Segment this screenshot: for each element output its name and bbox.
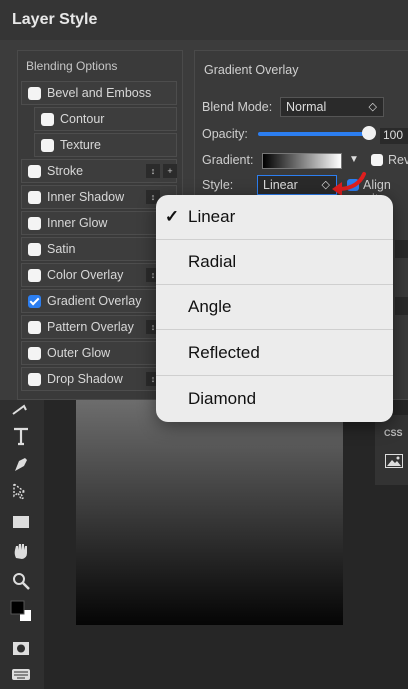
foreground-background-colors[interactable] [8, 600, 34, 622]
opacity-slider-handle[interactable] [362, 126, 376, 140]
option-label: Bevel and Emboss [47, 86, 152, 100]
option-label: Contour [60, 112, 105, 126]
hand-tool-icon[interactable] [8, 540, 34, 562]
checkmark-icon: ✓ [164, 207, 180, 226]
dropdown-option-diamond[interactable]: Diamond [156, 376, 393, 421]
texture-checkbox[interactable] [41, 138, 54, 152]
option-label: Stroke [47, 164, 84, 178]
option-satin[interactable]: Satin [21, 237, 177, 261]
option-label: Pattern Overlay [47, 320, 134, 334]
chevron-updown-icon: ◇ [368, 101, 377, 113]
pattern-overlay-checkbox[interactable] [28, 320, 41, 334]
direct-select-icon[interactable] [8, 481, 34, 503]
scale-field[interactable] [395, 297, 408, 315]
option-pattern-overlay[interactable]: Pattern Overlay ↕ [21, 315, 177, 339]
option-inner-glow[interactable]: Inner Glow [21, 211, 177, 235]
blend-mode-select[interactable]: Normal ◇ [280, 97, 384, 117]
pen-tool-icon[interactable] [8, 453, 34, 475]
option-label: Drop Shadow [47, 372, 123, 386]
dialog-title: Layer Style [12, 11, 98, 28]
tool-bar [0, 395, 44, 689]
image-icon[interactable] [385, 454, 403, 468]
contour-checkbox[interactable] [41, 112, 54, 126]
dropdown-option-label: Radial [188, 252, 237, 271]
option-bevel-and-emboss[interactable]: Bevel and Emboss [21, 81, 177, 105]
quick-mask-icon[interactable] [8, 638, 34, 660]
option-label: Inner Shadow [47, 190, 125, 204]
option-outer-glow[interactable]: Outer Glow [21, 341, 177, 365]
blending-options-header[interactable]: Blending Options [26, 59, 117, 73]
opacity-slider-track[interactable] [258, 132, 371, 136]
option-texture[interactable]: Texture [34, 133, 177, 157]
option-drop-shadow[interactable]: Drop Shadow ↕ [21, 367, 177, 391]
option-label: Color Overlay [47, 268, 124, 282]
option-contour[interactable]: Contour [34, 107, 177, 131]
style-value: Linear [263, 178, 298, 192]
blend-mode-value: Normal [286, 100, 327, 114]
inner-shadow-checkbox[interactable] [28, 190, 41, 204]
style-dropdown-menu: ✓ Linear Radial Angle Reflected Diamond [156, 195, 393, 422]
drop-shadow-checkbox[interactable] [28, 372, 41, 386]
dropdown-option-label: Diamond [188, 388, 257, 408]
gradient-overlay-header: Gradient Overlay [204, 63, 299, 77]
option-stroke[interactable]: Stroke ↕ + [21, 159, 177, 183]
gradient-swatch[interactable] [262, 153, 342, 169]
dropdown-option-angle[interactable]: Angle [156, 285, 393, 330]
dropdown-option-label: Linear [188, 207, 236, 226]
reverse-label: Rev [388, 153, 408, 167]
blend-mode-label: Blend Mode: [202, 100, 273, 114]
keyboard-icon[interactable] [8, 663, 34, 685]
move-icon[interactable]: ↕ [146, 164, 160, 178]
option-gradient-overlay[interactable]: Gradient Overlay [21, 289, 177, 313]
opacity-value-field[interactable]: 100 [380, 128, 408, 144]
dropdown-option-linear[interactable]: ✓ Linear [156, 195, 393, 240]
option-label: Inner Glow [47, 216, 108, 230]
color-overlay-checkbox[interactable] [28, 268, 41, 282]
path-select-icon[interactable] [8, 400, 34, 422]
right-side-panel [375, 415, 408, 485]
style-select[interactable]: Linear ◇ [257, 175, 337, 195]
dropdown-option-label: Angle [188, 297, 232, 316]
dropdown-option-radial[interactable]: Radial [156, 240, 393, 285]
inner-glow-checkbox[interactable] [28, 216, 41, 230]
document-canvas[interactable] [76, 400, 343, 625]
option-inner-shadow[interactable]: Inner Shadow ↕ [21, 185, 177, 209]
gradient-dropdown-icon[interactable]: ▼ [349, 154, 359, 165]
title-bar: Layer Style [0, 0, 408, 40]
reverse-checkbox[interactable] [371, 154, 383, 166]
option-color-overlay[interactable]: Color Overlay ↕ [21, 263, 177, 287]
opacity-label: Opacity: [202, 127, 248, 141]
type-tool-icon[interactable] [8, 425, 34, 447]
style-label: Style: [202, 178, 234, 192]
angle-field[interactable] [395, 240, 408, 258]
option-label: Gradient Overlay [47, 294, 142, 308]
outer-glow-checkbox[interactable] [28, 346, 41, 360]
gradient-label: Gradient: [202, 153, 254, 167]
css-label[interactable]: CSS [384, 428, 403, 438]
option-label: Texture [60, 138, 101, 152]
rectangle-tool-icon[interactable] [8, 511, 34, 533]
dropdown-option-label: Reflected [188, 343, 260, 362]
option-label: Outer Glow [47, 346, 111, 360]
dropdown-option-reflected[interactable]: Reflected [156, 331, 393, 376]
gradient-overlay-checkbox[interactable] [28, 294, 41, 308]
bevel-checkbox[interactable] [28, 86, 41, 100]
option-label: Satin [47, 242, 76, 256]
satin-checkbox[interactable] [28, 242, 41, 256]
stroke-checkbox[interactable] [28, 164, 41, 178]
zoom-tool-icon[interactable] [8, 570, 34, 592]
add-icon[interactable]: + [163, 164, 177, 178]
